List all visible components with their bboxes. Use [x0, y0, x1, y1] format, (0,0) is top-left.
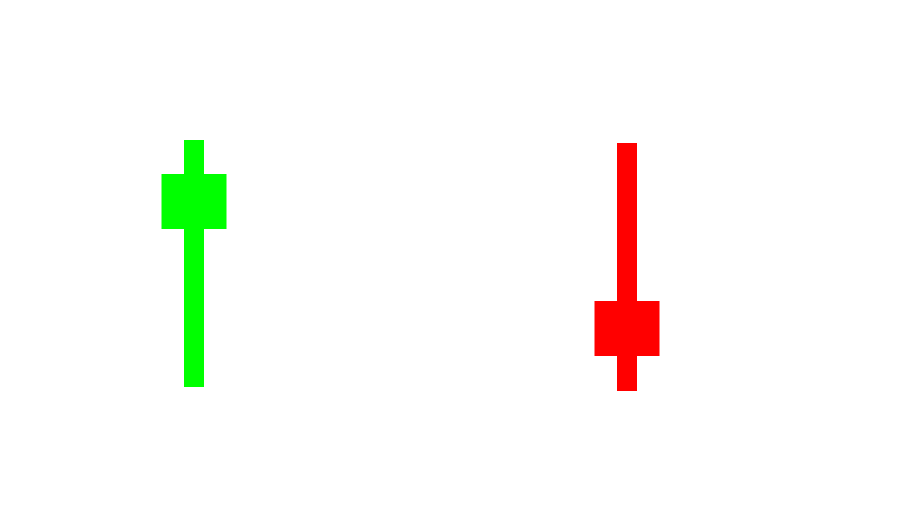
- candle-1: [161, 140, 227, 387]
- candle-1-body: [161, 174, 227, 229]
- candle-2-body: [594, 301, 660, 356]
- candle-2: [594, 143, 660, 391]
- candlestick-chart: [161, 140, 660, 391]
- chart-root: [0, 0, 900, 505]
